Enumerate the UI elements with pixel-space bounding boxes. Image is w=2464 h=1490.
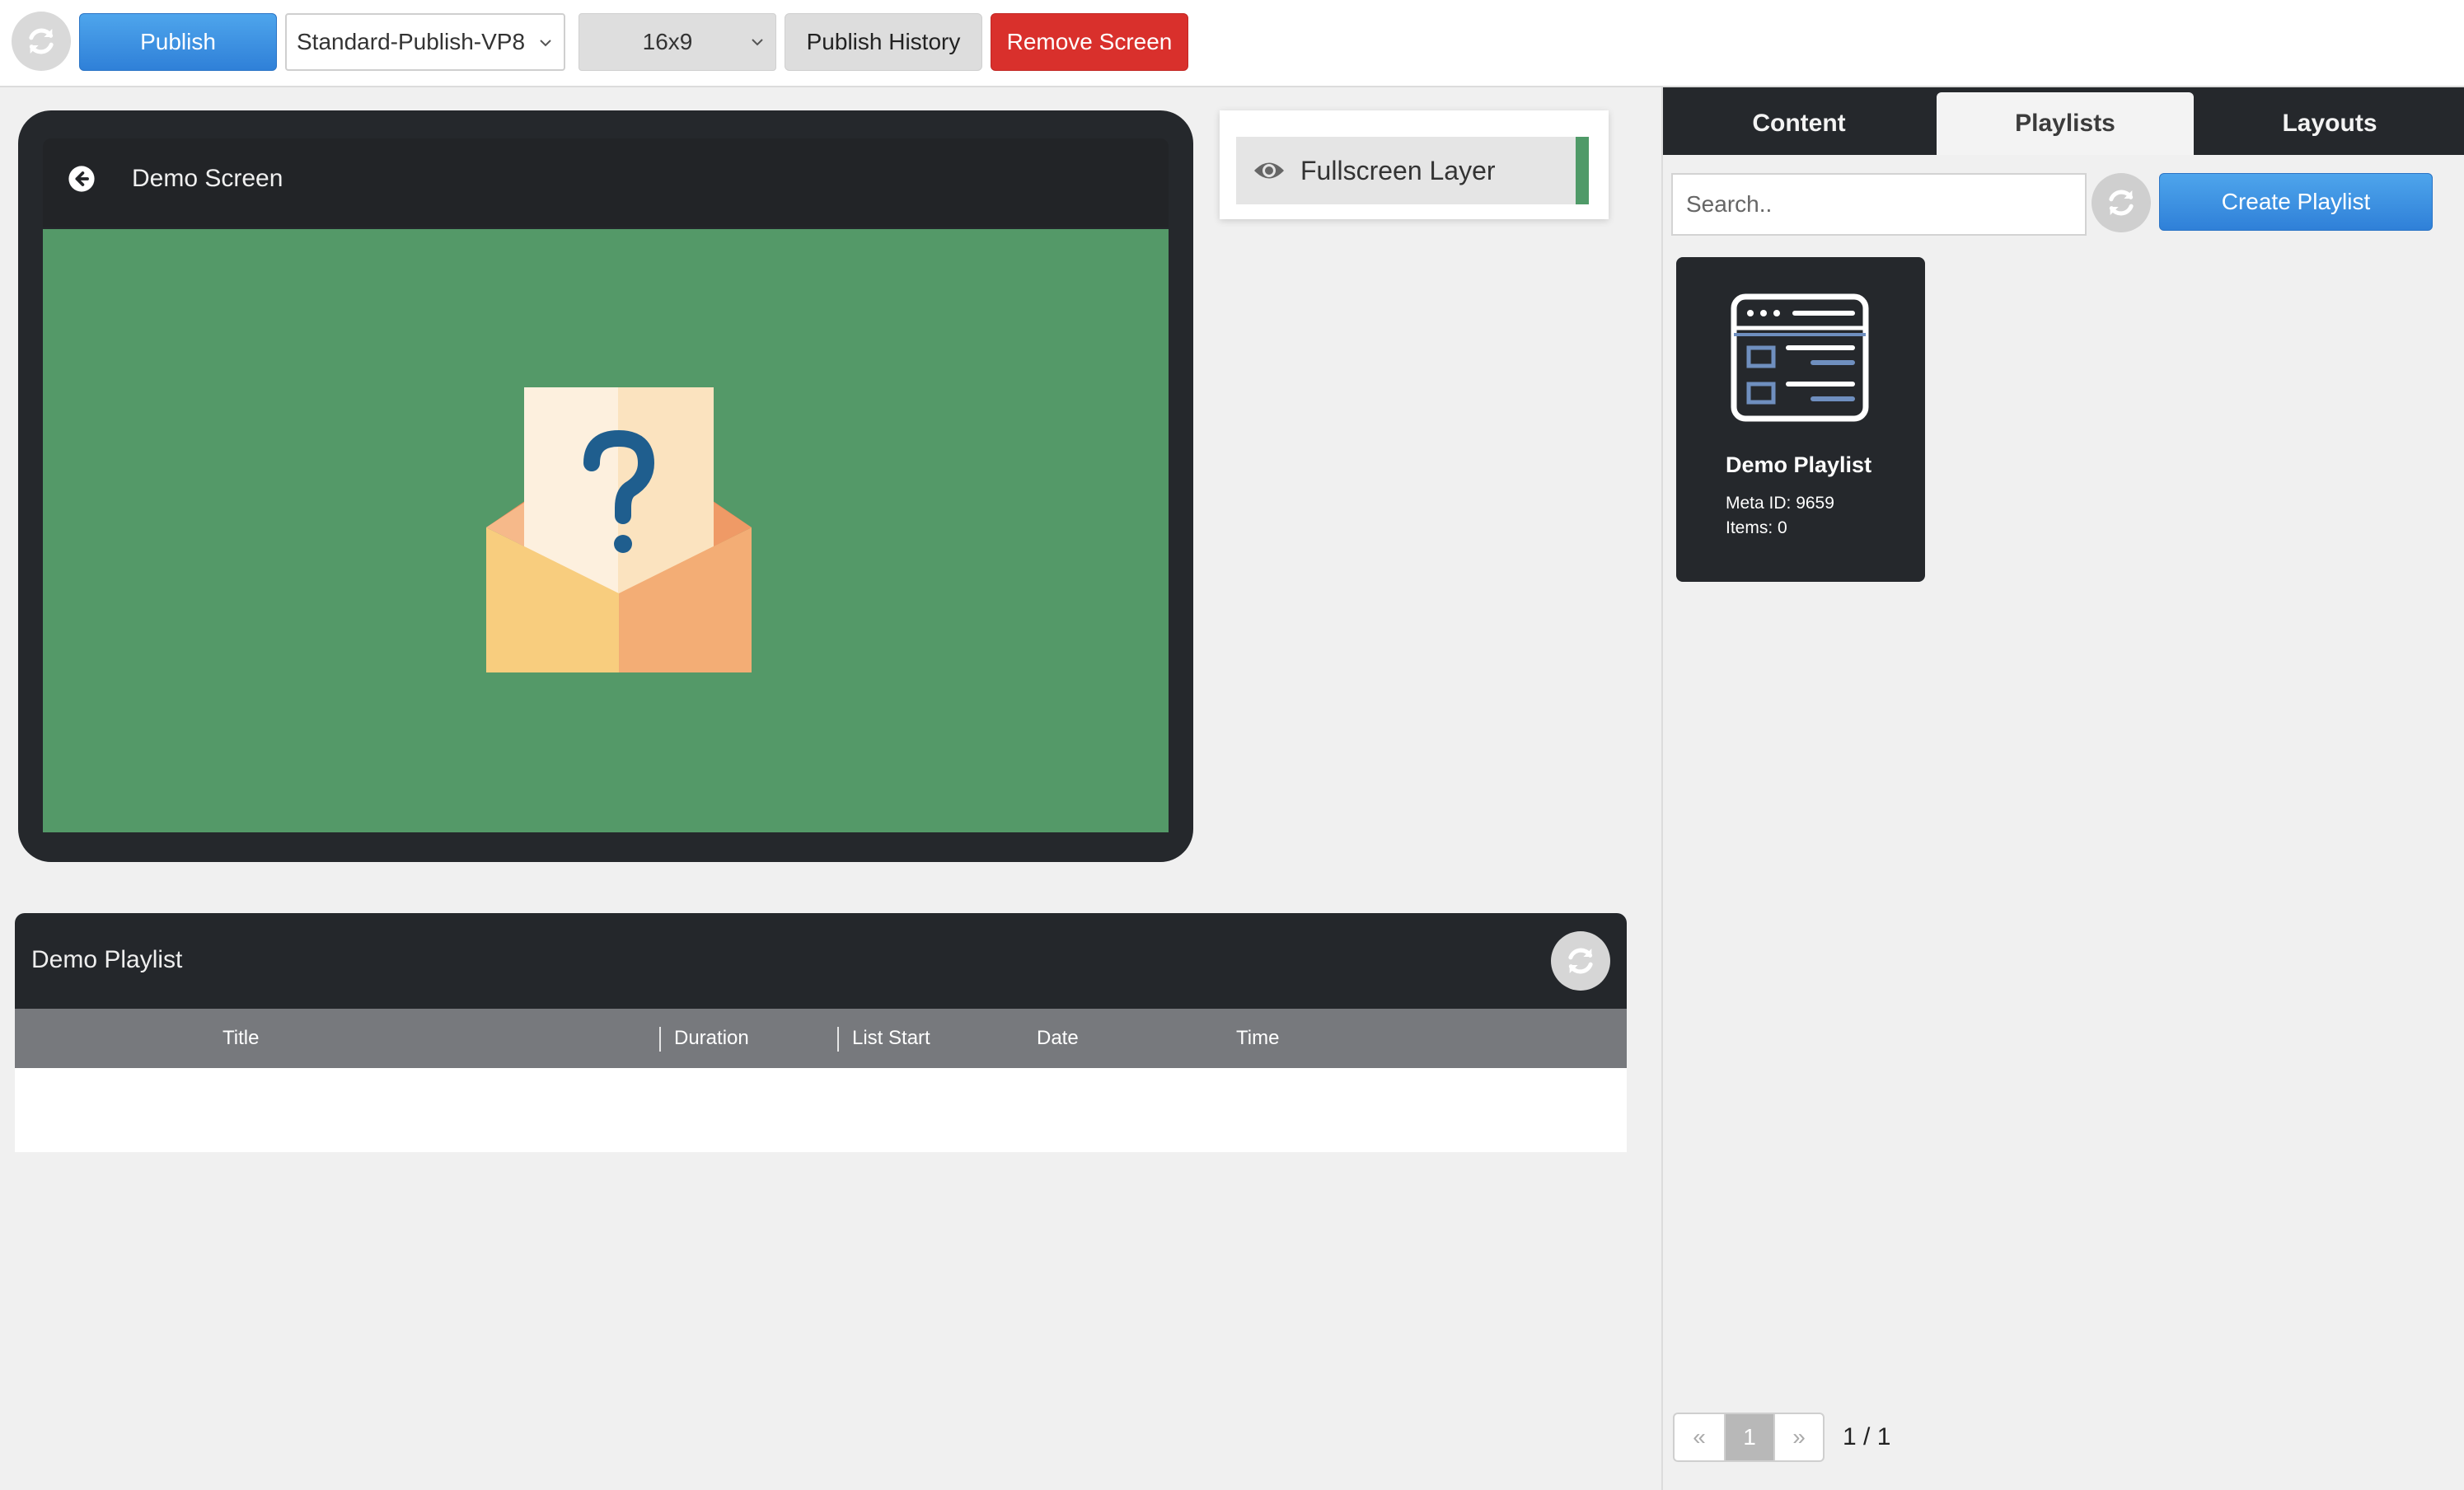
layers-panel: Fullscreen Layer [1220, 110, 1609, 219]
pagination-page-1[interactable]: 1 [1724, 1414, 1773, 1460]
tab-content[interactable]: Content [1663, 92, 1935, 155]
publish-profile-select[interactable]: Standard-Publish-VP8 [285, 13, 565, 71]
eye-icon[interactable] [1253, 157, 1286, 185]
create-playlist-button[interactable]: Create Playlist [2159, 173, 2433, 231]
chevron-down-icon [752, 39, 763, 46]
refresh-icon [1568, 948, 1593, 974]
playlist-card-meta-id: Meta ID: 9659 [1726, 494, 1834, 513]
playlist-table-body [15, 1068, 1627, 1152]
library-sidebar: Content Playlists Layouts Create Playlis… [1661, 87, 2464, 1490]
layer-label: Fullscreen Layer [1300, 156, 1496, 185]
pagination-summary: 1 / 1 [1843, 1423, 1891, 1450]
playlist-table-header: Title Duration List Start Date Time [15, 1009, 1627, 1068]
publish-button[interactable]: Publish [79, 13, 277, 71]
arrow-left-circle-icon[interactable] [68, 165, 96, 193]
playlist-window-icon [1731, 293, 1869, 422]
playlist-card[interactable]: Demo Playlist Meta ID: 9659 Items: 0 [1676, 257, 1925, 582]
column-resize-handle[interactable] [659, 1027, 661, 1052]
screen-title: Demo Screen [132, 165, 283, 192]
column-header-date[interactable]: Date [1037, 1027, 1079, 1050]
aspect-ratio-value: 16x9 [642, 29, 693, 54]
playlist-card-name: Demo Playlist [1726, 452, 1872, 477]
column-header-time[interactable]: Time [1236, 1027, 1279, 1050]
column-header-list-start[interactable]: List Start [852, 1027, 930, 1050]
tab-layouts[interactable]: Layouts [2194, 92, 2464, 155]
screen-canvas[interactable] [43, 229, 1169, 832]
publish-history-button[interactable]: Publish History [785, 13, 982, 71]
playlist-title: Demo Playlist [31, 946, 183, 973]
layer-item-fullscreen[interactable]: Fullscreen Layer [1236, 137, 1589, 204]
pagination: « 1 » [1673, 1413, 1825, 1462]
playlist-card-item-count: Items: 0 [1726, 518, 1787, 537]
publish-profile-value: Standard-Publish-VP8 [297, 29, 526, 54]
playlist-panel-header: Demo Playlist [15, 913, 1627, 1009]
chevron-down-icon [540, 40, 551, 47]
refresh-icon [29, 28, 54, 54]
aspect-ratio-select[interactable]: 16x9 [579, 13, 776, 71]
tab-playlists[interactable]: Playlists [1937, 92, 2194, 155]
column-resize-handle[interactable] [837, 1027, 839, 1052]
refresh-icon [2109, 190, 2134, 216]
search-input[interactable] [1671, 173, 2087, 236]
screen-preview-device: Demo Screen [18, 110, 1193, 862]
envelope-question-icon [486, 387, 752, 672]
remove-screen-button[interactable]: Remove Screen [991, 13, 1188, 71]
playlist-refresh-button[interactable] [1551, 931, 1610, 991]
library-tabs: Content Playlists Layouts [1663, 87, 2464, 155]
pagination-next-button[interactable]: » [1773, 1414, 1823, 1460]
refresh-button[interactable] [12, 12, 71, 71]
column-header-title[interactable]: Title [223, 1027, 259, 1050]
pagination-prev-button[interactable]: « [1675, 1414, 1724, 1460]
toolbar: Publish Standard-Publish-VP8 16x9 Publis… [0, 0, 2464, 87]
playlist-panel: Demo Playlist Title Duration List Start … [15, 913, 1627, 1152]
library-refresh-button[interactable] [2092, 173, 2151, 232]
column-header-duration[interactable]: Duration [674, 1027, 749, 1050]
